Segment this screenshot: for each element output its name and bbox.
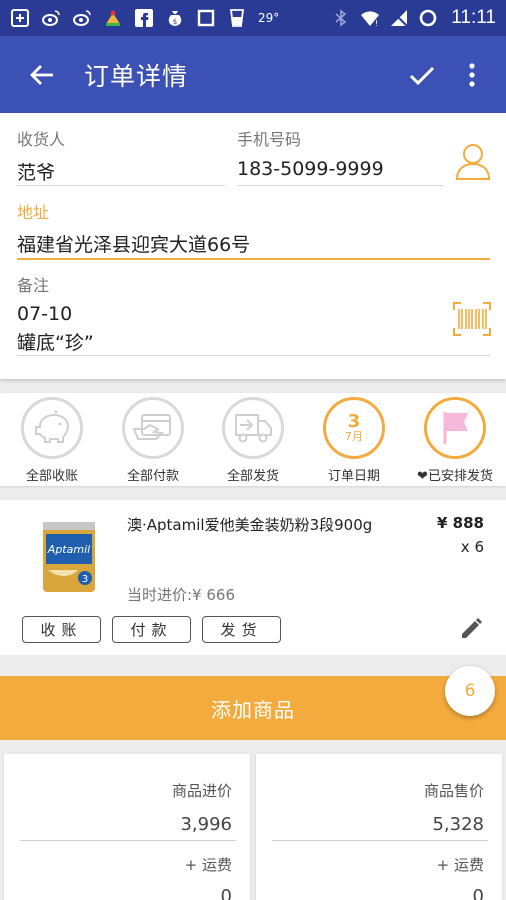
product-image: Aptamil 3 <box>40 518 98 594</box>
svg-text:!: ! <box>375 19 378 28</box>
sale-shipping-value[interactable]: 0 <box>473 886 484 900</box>
sale-label: 商品售价 <box>423 782 484 800</box>
product-item[interactable]: Aptamil 3 澳·Aptamil爱他美金装奶粉3段900g ¥ 888 x… <box>0 500 506 655</box>
signal-off-icon <box>389 8 409 28</box>
order-date-day: 3 <box>347 411 361 432</box>
note-underline <box>17 355 490 356</box>
barcode-scan-button[interactable] <box>453 302 491 340</box>
collect-button[interactable]: 收账 <box>22 616 101 643</box>
cost-value: 3,996 <box>180 814 232 835</box>
pay-all-label: 全部付款 <box>126 469 179 484</box>
product-quantity: x 6 <box>460 538 484 556</box>
ring-icon <box>418 8 438 28</box>
recipient-underline <box>17 185 225 186</box>
address-field[interactable]: 福建省光泽县迎宾大道66号 <box>17 230 250 257</box>
shipping-arranged-circle <box>424 397 486 459</box>
bluetooth-icon <box>331 8 351 28</box>
weibo-icon <box>41 8 61 28</box>
note-label: 备注 <box>17 276 50 295</box>
order-date-month: 7月 <box>345 430 363 443</box>
sale-divider <box>272 840 488 841</box>
edit-product-button[interactable] <box>456 614 486 644</box>
sale-summary: 商品售价 5,328 + 运费 0 <box>256 754 502 900</box>
goods-count-badge: 6 <box>445 666 495 716</box>
svg-text:$: $ <box>173 18 177 26</box>
arrow-left-icon <box>30 64 53 85</box>
cost-label: 商品进价 <box>171 782 232 800</box>
flag-icon <box>443 412 468 444</box>
ship-all-circle <box>222 397 284 459</box>
pencil-icon <box>462 618 482 638</box>
more-options-button[interactable] <box>452 55 492 95</box>
recipient-field[interactable]: 范爷 <box>17 158 55 185</box>
app-bar: 订单详情 <box>0 36 506 113</box>
order-date-label: 订单日期 <box>327 469 380 484</box>
add-goods-button[interactable]: 添加商品 <box>0 676 506 740</box>
recipient-label: 收货人 <box>17 130 66 149</box>
collect-all-button[interactable]: 全部收账 <box>2 397 102 485</box>
order-actions: 全部收账 全部付款 全部发货 3 7月 订单日期 ❤已安排发货 <box>0 393 506 486</box>
svg-text:Aptamil: Aptamil <box>47 543 90 556</box>
ship-button[interactable]: 发货 <box>202 616 281 643</box>
product-name: 澳·Aptamil爱他美金装奶粉3段900g <box>127 516 373 534</box>
square-icon <box>196 8 216 28</box>
clock: 11:11 <box>451 7 496 28</box>
card-payment-icon <box>132 414 171 440</box>
pay-button[interactable]: 付款 <box>112 616 191 643</box>
phone-field[interactable]: 183-5099-9999 <box>237 158 384 180</box>
order-summary: 商品进价 3,996 + 运费 0 商品售价 5,328 + 运费 0 <box>0 740 506 900</box>
address-underline <box>17 258 490 260</box>
cost-divider <box>20 840 236 841</box>
pay-all-button[interactable]: 全部付款 <box>103 397 203 485</box>
note-line-2[interactable]: 罐底“珍” <box>17 328 94 355</box>
status-bar: $ 29° ! 11:11 <box>0 0 506 36</box>
barcode-icon <box>453 302 491 336</box>
product-cost: 当时进价:¥ 666 <box>127 586 235 604</box>
weibo-icon <box>72 8 92 28</box>
phone-label: 手机号码 <box>237 130 302 149</box>
ship-all-label: 全部发货 <box>226 469 279 484</box>
collect-all-circle <box>21 397 83 459</box>
ship-all-button[interactable]: 全部发货 <box>203 397 303 485</box>
confirm-button[interactable] <box>402 55 442 95</box>
collect-all-label: 全部收账 <box>25 469 78 484</box>
cake-icon <box>103 8 123 28</box>
sale-value: 5,328 <box>432 814 484 835</box>
pay-all-circle <box>122 397 184 459</box>
note-line-1[interactable]: 07-10 <box>17 303 72 325</box>
cup-icon <box>227 8 247 28</box>
phone-underline <box>237 185 444 186</box>
cost-summary: 商品进价 3,996 + 运费 0 <box>4 754 250 900</box>
delivery-truck-icon <box>235 414 272 443</box>
piggy-bank-icon <box>35 410 70 443</box>
sale-shipping-label: + 运费 <box>436 856 484 874</box>
cost-shipping-label: + 运费 <box>184 856 232 874</box>
contact-picker-button[interactable] <box>455 142 491 184</box>
add-box-icon <box>10 8 30 28</box>
wifi-icon: ! <box>360 8 380 28</box>
shipping-arranged-label: ❤已安排发货 <box>417 469 493 484</box>
check-icon <box>409 66 435 85</box>
more-vert-icon <box>469 62 475 87</box>
money-bag-icon: $ <box>165 8 185 28</box>
facebook-icon <box>134 8 154 28</box>
product-price: ¥ 888 <box>437 514 484 532</box>
svg-text:3: 3 <box>82 574 88 585</box>
cost-shipping-value[interactable]: 0 <box>221 886 232 900</box>
shipping-arranged-button[interactable]: ❤已安排发货 <box>405 397 505 485</box>
page-title: 订单详情 <box>84 61 189 91</box>
person-icon <box>455 144 491 180</box>
order-form: 收货人 范爷 手机号码 183-5099-9999 地址 福建省光泽县迎宾大道6… <box>0 113 506 379</box>
back-button[interactable] <box>22 55 62 95</box>
order-date-button[interactable]: 3 7月 订单日期 <box>304 397 404 485</box>
calendar-icon: 3 7月 <box>323 397 385 459</box>
temperature: 29° <box>258 11 280 25</box>
address-label: 地址 <box>17 203 50 222</box>
